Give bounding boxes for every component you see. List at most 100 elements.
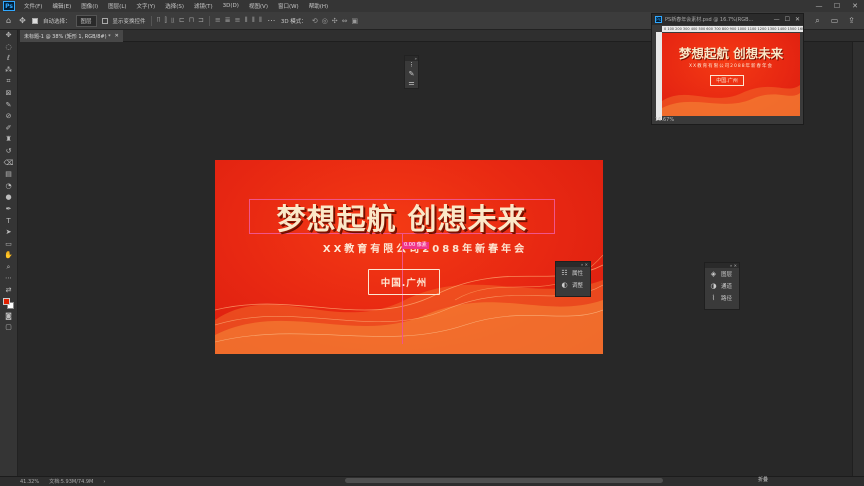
distribute-left-icon[interactable]: ⦀	[245, 16, 248, 25]
distribute-vcenter-icon[interactable]: ≣	[225, 16, 231, 25]
zoom-tool-icon[interactable]: ⌕	[0, 262, 17, 274]
document-tab[interactable]: 未标题-1 @ 38% (矩形 1, RGB/8#) * ✕	[20, 30, 123, 42]
wave-decoration	[215, 254, 603, 354]
menu-edit[interactable]: 编辑(E)	[47, 2, 76, 10]
more-options-icon[interactable]: ⋯	[267, 16, 276, 25]
maximize-icon[interactable]: ☐	[785, 16, 790, 23]
brush-preset-icon[interactable]: ⁝	[405, 61, 418, 70]
pen-tool-icon[interactable]: ✒	[0, 204, 17, 216]
path-select-icon[interactable]: ➤	[0, 227, 17, 239]
brush-tool-icon[interactable]: ✐	[0, 123, 17, 135]
eyedropper-icon[interactable]: ✎	[0, 100, 17, 112]
thumbnail-location: 中国.广州	[710, 75, 744, 86]
layers-panel-tab[interactable]: ◈ 图层	[705, 268, 739, 280]
history-brush-icon[interactable]: ↺	[0, 146, 17, 158]
align-bottom-icon[interactable]: ⫫	[171, 16, 175, 25]
blur-tool-icon[interactable]: ◔	[0, 181, 17, 193]
distribute-hcenter-icon[interactable]: ⦀	[252, 16, 255, 25]
move-tool-icon[interactable]: ✥	[18, 16, 27, 25]
properties-panel-tab[interactable]: ☷ 属性	[556, 267, 590, 279]
menu-view[interactable]: 视图(V)	[244, 2, 273, 10]
swap-colors-icon[interactable]: ⇄	[0, 285, 17, 297]
workspace-icon[interactable]: ▭	[830, 16, 839, 26]
brush-settings-icon[interactable]: ✎	[405, 70, 418, 79]
floating-canvas[interactable]: 梦想起航 创想未来 XX教育有限公司2088年新春年会 中国.广州	[662, 33, 800, 116]
distribute-right-icon[interactable]: ⦀	[259, 16, 262, 25]
share-icon[interactable]: ⇪	[847, 16, 856, 26]
distribute-top-icon[interactable]: ≡	[215, 16, 221, 25]
collapse-panels-button[interactable]: 折叠	[756, 476, 770, 486]
3d-rotate-icon[interactable]: ⟲	[312, 17, 318, 25]
horizontal-scrollbar[interactable]	[345, 478, 663, 483]
home-icon[interactable]: ⌂	[4, 16, 13, 25]
close-icon[interactable]: ✕	[846, 2, 864, 10]
poster-location[interactable]: 中国.广州	[368, 275, 440, 289]
menu-image[interactable]: 图像(I)	[76, 2, 103, 10]
clone-stamp-icon[interactable]: ♜	[0, 134, 17, 146]
measure-tag: 0.00 像素	[402, 242, 429, 249]
photoshop-window: Ps 文件(F) 编辑(E) 图像(I) 图层(L) 文字(Y) 选择(S) 滤…	[0, 0, 864, 486]
adjustments-panel-tab[interactable]: ◐ 调整	[556, 279, 590, 291]
eraser-icon[interactable]: ⌫	[0, 158, 17, 170]
tab-close-icon[interactable]: ✕	[115, 33, 119, 39]
menu-filter[interactable]: 滤镜(T)	[189, 2, 218, 10]
distribute-buttons: ≡ ≣ ≡ ⦀ ⦀ ⦀	[215, 16, 262, 25]
gradient-tool-icon[interactable]: ▤	[0, 169, 17, 181]
menu-select[interactable]: 选择(S)	[160, 2, 189, 10]
type-tool-icon[interactable]: T	[0, 216, 17, 228]
screen-mode-icon[interactable]: ▢	[0, 322, 17, 334]
move-tool-icon[interactable]: ✥	[0, 30, 17, 42]
document-canvas[interactable]: 梦想起航 创想未来 XX教育有限公司2088年新春年会 0.00 像素 中国.广…	[215, 160, 603, 354]
menu-file[interactable]: 文件(F)	[19, 2, 47, 10]
search-icon[interactable]: ⌕	[813, 16, 822, 26]
show-transform-checkbox[interactable]	[101, 17, 108, 24]
3d-mode-label: 3D 模式：	[280, 18, 307, 25]
minimize-icon[interactable]: —	[774, 16, 780, 23]
minimize-icon[interactable]: —	[810, 2, 828, 10]
hand-tool-icon[interactable]: ✋	[0, 250, 17, 262]
dodge-tool-icon[interactable]: ●	[0, 192, 17, 204]
crop-tool-icon[interactable]: ⌗	[0, 76, 17, 88]
channels-panel-tab[interactable]: ◑ 通道	[705, 280, 739, 292]
auto-select-checkbox[interactable]	[32, 17, 38, 24]
more-tools-icon[interactable]: ⋯	[0, 273, 17, 285]
lasso-tool-icon[interactable]: ℓ	[0, 53, 17, 65]
color-swatches[interactable]	[0, 297, 17, 311]
rectangle-tool-icon[interactable]: ▭	[0, 239, 17, 251]
menu-layer[interactable]: 图层(L)	[103, 2, 131, 10]
healing-brush-icon[interactable]: ⊘	[0, 111, 17, 123]
paths-panel-tab[interactable]: ⌇ 路径	[705, 292, 739, 304]
foreground-color-swatch[interactable]	[3, 297, 10, 305]
3d-scale-icon[interactable]: ▣	[352, 17, 359, 25]
channels-icon: ◑	[710, 282, 717, 290]
distribute-bottom-icon[interactable]: ≡	[235, 16, 241, 25]
align-vcenter-icon[interactable]: ⫿	[165, 16, 167, 25]
adjust-sliders-icon[interactable]: ⚌	[405, 79, 418, 88]
3d-roll-icon[interactable]: ◎	[322, 17, 328, 25]
poster-title[interactable]: 梦想起航 创想未来	[249, 196, 555, 238]
status-menu-arrow[interactable]: ›	[103, 479, 105, 485]
paths-label: 路径	[721, 296, 733, 302]
auto-select-dropdown[interactable]: 图层	[75, 14, 97, 27]
menu-help[interactable]: 帮助(H)	[304, 2, 333, 10]
marquee-tool-icon[interactable]: ◌	[0, 42, 17, 54]
frame-tool-icon[interactable]: ⊠	[0, 88, 17, 100]
3d-drag-icon[interactable]: ✣	[332, 17, 338, 25]
menu-type[interactable]: 文字(Y)	[132, 2, 161, 10]
menu-3d[interactable]: 3D(D)	[218, 3, 244, 9]
zoom-level[interactable]: 41.32%	[20, 479, 39, 485]
maximize-icon[interactable]: ☐	[828, 2, 846, 10]
quick-mask-icon[interactable]: ◙	[0, 311, 17, 323]
floating-window-titlebar[interactable]: Ps PS新春年会素材.psd @ 16.7%(RGB... — ☐ ✕	[652, 14, 803, 25]
align-right-icon[interactable]: ⊐	[198, 16, 204, 25]
align-top-icon[interactable]: ⫪	[157, 16, 161, 25]
align-left-icon[interactable]: ⊏	[179, 16, 185, 25]
menu-window[interactable]: 窗口(W)	[273, 2, 304, 10]
align-hcenter-icon[interactable]: ⊓	[189, 16, 194, 25]
divider	[208, 15, 210, 26]
close-icon[interactable]: ✕	[795, 16, 800, 23]
magic-wand-icon[interactable]: ⁂	[0, 65, 17, 77]
floating-document-window[interactable]: Ps PS新春年会素材.psd @ 16.7%(RGB... — ☐ ✕ 0 1…	[651, 13, 804, 125]
floating-zoom-level[interactable]: 16.67%	[655, 117, 674, 123]
3d-slide-icon[interactable]: ⇔	[342, 17, 348, 25]
